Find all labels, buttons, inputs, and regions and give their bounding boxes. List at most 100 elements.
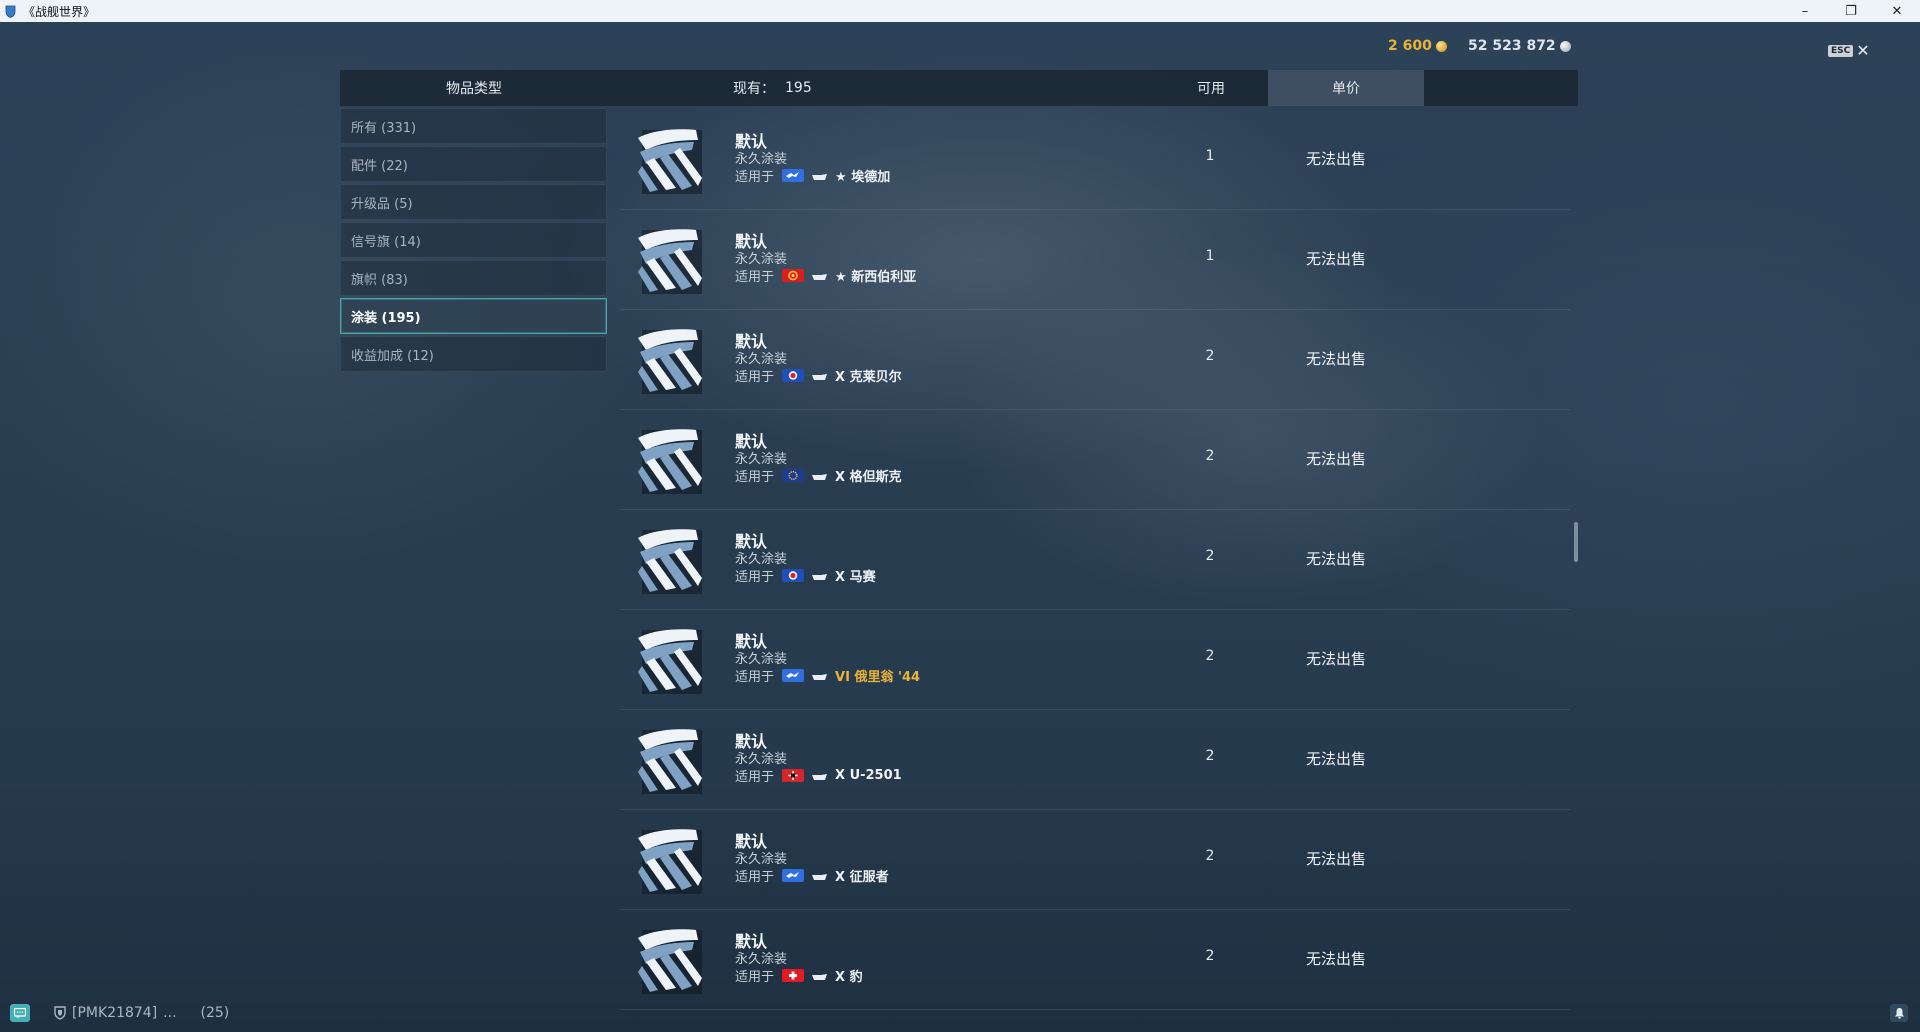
camouflage-thumbnail xyxy=(632,124,708,198)
nation-flag-icon xyxy=(782,569,805,582)
category-item[interactable]: 信号旗 (14) xyxy=(340,222,607,258)
category-item[interactable]: 升级品 (5) xyxy=(340,184,607,220)
item-price: 无法出售 xyxy=(1306,350,1367,368)
item-available-count: 2 xyxy=(1205,548,1215,564)
ship-class-icon xyxy=(811,171,829,181)
category-item[interactable]: 配件 (22) xyxy=(340,146,607,182)
restore-button[interactable]: ❐ xyxy=(1828,0,1874,22)
chat-icon xyxy=(14,1007,26,1018)
ship-name: ★ 埃德加 xyxy=(835,170,891,185)
column-unit-price[interactable]: 单价 xyxy=(1268,70,1424,106)
ship-class-icon xyxy=(811,871,829,881)
ship-name: X 格但斯克 xyxy=(835,470,902,485)
list-item[interactable]: 默认 永久涂装 适用于 X 马赛 2 无法出售 xyxy=(620,510,1570,610)
item-type: 永久涂装 xyxy=(735,252,788,267)
list-item[interactable]: 默认 永久涂装 适用于 X 豹 2 无法出售 xyxy=(620,910,1570,1010)
camouflage-thumbnail xyxy=(632,424,708,498)
item-available-count: 2 xyxy=(1205,848,1215,864)
camouflage-thumbnail xyxy=(632,724,708,798)
list-item[interactable]: 默认 永久涂装 适用于 VI 俄里翁 '44 2 无法出售 xyxy=(620,610,1570,710)
ship-name: X 马赛 xyxy=(835,570,876,585)
camouflage-thumbnail xyxy=(632,324,708,398)
minimize-button[interactable]: – xyxy=(1782,0,1828,22)
applicable-label: 适用于 xyxy=(735,570,775,585)
item-available-count: 2 xyxy=(1205,348,1215,364)
applicable-label: 适用于 xyxy=(735,370,775,385)
column-available[interactable]: 可用 xyxy=(1197,70,1225,106)
app-icon xyxy=(5,5,16,18)
item-applicable: 适用于 ★ 新西伯利亚 xyxy=(735,266,916,285)
close-icon: ✕ xyxy=(1856,41,1870,60)
nation-flag-icon xyxy=(782,769,805,782)
item-available-count: 2 xyxy=(1205,748,1215,764)
clan-tag: [PMK21874] xyxy=(72,1005,158,1021)
applicable-label: 适用于 xyxy=(735,270,775,285)
item-available-count: 2 xyxy=(1205,948,1215,964)
close-window-button[interactable]: ✕ xyxy=(1874,0,1920,22)
item-applicable: 适用于 X 马赛 xyxy=(735,566,876,585)
applicable-label: 适用于 xyxy=(735,970,775,985)
owned-label: 现有： xyxy=(733,81,775,97)
item-price: 无法出售 xyxy=(1306,650,1367,668)
ship-name: VI 俄里翁 '44 xyxy=(835,670,921,685)
nation-flag-icon xyxy=(782,369,805,382)
item-price: 无法出售 xyxy=(1306,750,1367,768)
category-list: 所有 (331) 配件 (22) 升级品 (5) 信号旗 (14) 旗帜 (83) 涂装 … xyxy=(340,108,607,374)
clan-ellipsis: ... xyxy=(163,1005,177,1021)
chat-button[interactable] xyxy=(10,1004,30,1022)
scrollbar[interactable] xyxy=(1574,522,1578,562)
ship-name: X 征服者 xyxy=(835,870,889,885)
nation-flag-icon xyxy=(782,969,805,982)
window-title: 《战舰世界》 xyxy=(23,4,96,19)
gold-balance: 2 600 xyxy=(1388,38,1447,54)
ship-class-icon xyxy=(811,971,829,981)
esc-close-button[interactable]: ESC ✕ xyxy=(1828,41,1870,60)
list-item[interactable]: 默认 永久涂装 适用于 X 格但斯克 2 无法出售 xyxy=(620,410,1570,510)
ship-class-icon xyxy=(811,371,829,381)
gold-amount: 2 600 xyxy=(1388,38,1432,54)
applicable-label: 适用于 xyxy=(735,870,775,885)
category-item[interactable]: 所有 (331) xyxy=(340,108,607,144)
item-price: 无法出售 xyxy=(1306,550,1367,568)
item-type: 永久涂装 xyxy=(735,652,788,667)
item-type: 永久涂装 xyxy=(735,952,788,967)
camouflage-thumbnail xyxy=(632,524,708,598)
category-item[interactable]: 旗帜 (83) xyxy=(340,260,607,296)
clan-members-count: (25) xyxy=(200,1005,230,1021)
column-owned: 现有： 195 xyxy=(733,70,812,106)
item-price: 无法出售 xyxy=(1306,450,1367,468)
clan-info[interactable]: [PMK21874] ... (25) xyxy=(54,1005,229,1021)
item-type: 永久涂装 xyxy=(735,552,788,567)
ship-name: X U-2501 xyxy=(835,768,902,783)
bell-icon xyxy=(1894,1008,1904,1019)
credits-icon xyxy=(1559,40,1571,52)
credits-balance: 52 523 872 xyxy=(1468,38,1571,54)
list-item[interactable]: 默认 永久涂装 适用于 ★ 新西伯利亚 1 无法出售 xyxy=(620,210,1570,310)
ship-class-icon xyxy=(811,271,829,281)
category-item[interactable]: 收益加成 (12) xyxy=(340,336,607,372)
item-type: 永久涂装 xyxy=(735,852,788,867)
list-item[interactable]: 默认 永久涂装 适用于 X 征服者 2 无法出售 xyxy=(620,810,1570,910)
item-price: 无法出售 xyxy=(1306,250,1367,268)
clan-shield-icon xyxy=(54,1006,66,1020)
applicable-label: 适用于 xyxy=(735,670,775,685)
item-type: 永久涂装 xyxy=(735,452,788,467)
notifications-button[interactable] xyxy=(1890,1004,1908,1022)
list-item[interactable]: 默认 永久涂装 适用于 ★ 埃德加 1 无法出售 xyxy=(620,110,1570,210)
item-list: 默认 永久涂装 适用于 ★ 埃德加 1 无法出售 默认 永久涂装 适用于 ★ 新西伯利亚 1 无法出售… xyxy=(620,110,1570,1010)
nation-flag-icon xyxy=(782,669,805,682)
category-item[interactable]: 涂装 (195) xyxy=(340,298,607,334)
item-price: 无法出售 xyxy=(1306,850,1367,868)
item-applicable: 适用于 X 豹 xyxy=(735,966,863,985)
item-available-count: 1 xyxy=(1205,248,1215,264)
list-item[interactable]: 默认 永久涂装 适用于 X U-2501 2 无法出售 xyxy=(620,710,1570,810)
list-item[interactable]: 默认 永久涂装 适用于 X 克莱贝尔 2 无法出售 xyxy=(620,310,1570,410)
ship-name: X 豹 xyxy=(835,970,863,985)
item-type: 永久涂装 xyxy=(735,752,788,767)
item-applicable: 适用于 X 征服者 xyxy=(735,866,889,885)
window-titlebar: 《战舰世界》 – ❐ ✕ xyxy=(0,0,1920,22)
item-type: 永久涂装 xyxy=(735,352,788,367)
item-available-count: 2 xyxy=(1205,648,1215,664)
item-applicable: 适用于 X U-2501 xyxy=(735,766,902,785)
item-price: 无法出售 xyxy=(1306,950,1367,968)
